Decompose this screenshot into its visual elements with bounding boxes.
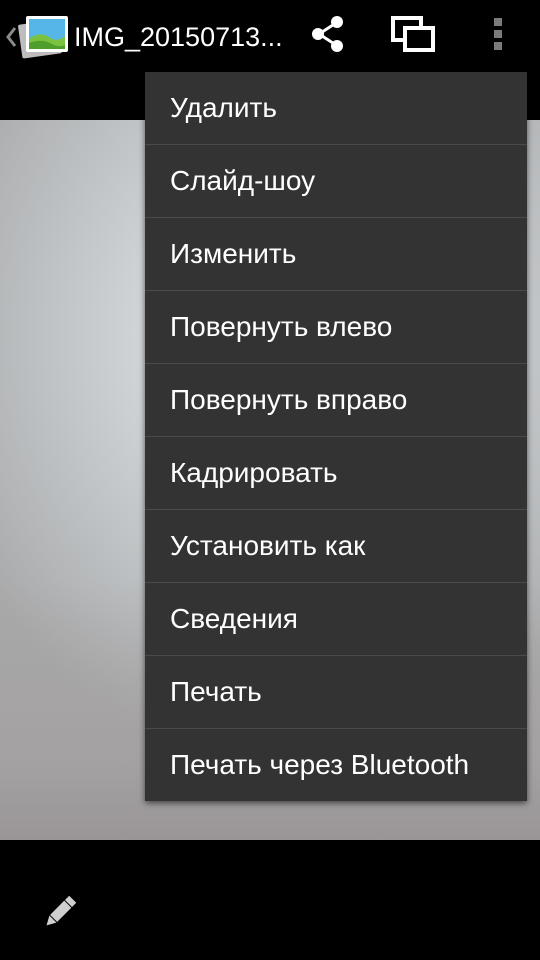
gallery-photo-icon[interactable] <box>18 12 70 60</box>
menu-item-rotate-left[interactable]: Повернуть влево <box>145 291 527 364</box>
menu-item-set-as[interactable]: Установить как <box>145 510 527 583</box>
menu-item-label: Печать через Bluetooth <box>170 749 470 780</box>
more-vert-icon <box>492 17 504 56</box>
menu-item-crop[interactable]: Кадрировать <box>145 437 527 510</box>
menu-item-print-bluetooth[interactable]: Печать через Bluetooth <box>145 729 527 801</box>
overflow-menu-button[interactable] <box>468 8 528 64</box>
edit-button[interactable] <box>30 888 90 940</box>
menu-item-label: Слайд-шоу <box>170 165 316 196</box>
page-title: IMG_20150713... <box>74 22 283 52</box>
menu-item-details[interactable]: Сведения <box>145 583 527 656</box>
action-bar: IMG_20150713... <box>0 0 540 72</box>
menu-item-label: Сведения <box>170 603 298 634</box>
menu-item-label: Изменить <box>170 238 297 269</box>
menu-item-edit[interactable]: Изменить <box>145 218 527 291</box>
menu-item-slideshow[interactable]: Слайд-шоу <box>145 145 527 218</box>
menu-item-rotate-right[interactable]: Повернуть вправо <box>145 364 527 437</box>
share-button[interactable] <box>298 8 358 64</box>
filmstrip-icon <box>390 15 436 58</box>
overflow-menu: Удалить Слайд-шоу Изменить Повернуть вле… <box>145 72 527 801</box>
menu-item-label: Удалить <box>170 92 277 123</box>
menu-item-label: Повернуть влево <box>170 311 393 342</box>
share-icon <box>310 15 346 58</box>
menu-item-label: Кадрировать <box>170 457 338 488</box>
menu-item-label: Повернуть вправо <box>170 384 408 415</box>
menu-item-label: Установить как <box>170 530 366 561</box>
menu-item-label: Печать <box>170 676 262 707</box>
menu-item-delete[interactable]: Удалить <box>145 72 527 145</box>
pencil-icon <box>40 892 80 937</box>
menu-item-print[interactable]: Печать <box>145 656 527 729</box>
photo-viewer-screen: IMG_20150713... Удалить Слайд-шоу Измени… <box>0 0 540 960</box>
filmstrip-button[interactable] <box>383 8 443 64</box>
bottom-bar <box>0 840 540 960</box>
